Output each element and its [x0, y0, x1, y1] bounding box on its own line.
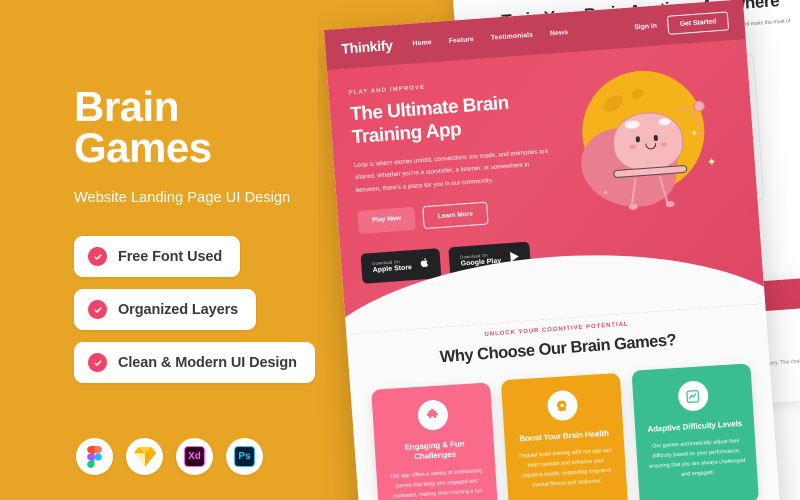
nav-link-home[interactable]: Home	[412, 39, 432, 47]
nav-link-testimonials[interactable]: Testimonials	[491, 31, 534, 41]
promo-title-line-2: Games	[74, 124, 212, 172]
sparkle-icon: ✦	[690, 127, 699, 139]
nav-link-news[interactable]: News	[550, 29, 569, 37]
feature-card-text: Regular brain training with our app can …	[519, 447, 612, 489]
feature-card-title: Boost Your Brain Health	[519, 428, 610, 444]
badge-clean-modern: Clean & Modern UI Design	[74, 342, 315, 383]
chart-line-icon	[676, 380, 709, 412]
navbar-actions: Sign in Get Started	[634, 10, 730, 37]
nav-links: Home Feature Testimonials News	[412, 29, 568, 47]
promo-badges: Free Font Used Organized Layers Clean & …	[74, 236, 315, 395]
adobe-xd-icon: Xd	[176, 438, 213, 475]
feature-card-brain-health[interactable]: Boost Your Brain Health Regular brain tr…	[501, 372, 629, 500]
play-now-button[interactable]: Play Now	[357, 206, 416, 234]
figma-icon	[76, 438, 113, 475]
hero-buttons: Play Now Learn More	[357, 195, 572, 234]
feature-card-title: Adaptive Difficulty Levels	[646, 418, 743, 434]
photoshop-label: Ps	[234, 446, 255, 467]
sign-in-link[interactable]: Sign in	[634, 22, 657, 31]
why-choose-section: UNLOCK YOUR COGNITIVE POTENTIAL Why Choo…	[346, 303, 781, 500]
learn-more-button[interactable]: Learn More	[422, 201, 489, 229]
puzzle-piece-icon	[416, 399, 449, 431]
brand-logo[interactable]: Thinkify	[341, 37, 393, 57]
why-title: Why Choose Our Brain Games?	[439, 331, 677, 367]
feature-card-text: Our games automatically adjust their dif…	[648, 438, 746, 479]
badge-label: Free Font Used	[118, 248, 223, 265]
hero-section: Thinkify Home Feature Testimonials News …	[324, 0, 766, 335]
main-landing-page-mockup: Thinkify Home Feature Testimonials News …	[324, 0, 781, 500]
sparkle-icon: ✦	[602, 189, 609, 198]
hero-copy: PLAY AND IMPROVE The Ultimate Brain Trai…	[348, 75, 576, 284]
apple-icon	[420, 255, 430, 274]
nav-link-feature[interactable]: Feature	[448, 36, 474, 45]
photoshop-icon: Ps	[226, 438, 263, 475]
check-circle-icon	[88, 353, 107, 372]
check-circle-icon	[88, 300, 107, 319]
check-circle-icon	[88, 247, 107, 266]
brain-foot-left	[628, 203, 638, 211]
feature-card-title: Engaging & Fun Challenges	[404, 439, 465, 462]
sketch-icon	[126, 438, 163, 475]
hero-body: PLAY AND IMPROVE The Ultimate Brain Trai…	[327, 39, 762, 285]
feature-card-difficulty[interactable]: Adaptive Difficulty Levels Our games aut…	[631, 363, 759, 500]
badge-organized-layers: Organized Layers	[74, 289, 257, 330]
badge-label: Clean & Modern UI Design	[118, 354, 297, 371]
feature-cards: Engaging & Fun Challenges Our app offers…	[371, 363, 760, 500]
apple-store-label: Apple Store	[372, 264, 413, 275]
promo-left-panel: Brain Games Website Landing Page UI Desi…	[0, 0, 318, 500]
promo-title-line-1: Brain	[74, 83, 179, 130]
badge-label: Organized Layers	[118, 301, 239, 318]
get-started-button[interactable]: Get Started	[667, 10, 730, 35]
feature-card-challenges[interactable]: Engaging & Fun Challenges Our app offers…	[371, 382, 500, 500]
promo-banner: CONVENIENT & ACCESSIBLE Train Your Brain…	[0, 0, 800, 500]
brain-foot-right	[665, 200, 675, 208]
brain-fist	[693, 100, 705, 113]
promo-subtitle: Website Landing Page UI Design	[74, 190, 291, 206]
hero-illustration: ✦ ✦ ✦	[562, 63, 742, 268]
sparkle-icon: ✦	[706, 154, 718, 170]
hero-paragraph: Loop is where stories unfold, connection…	[353, 148, 549, 194]
adobe-xd-label: Xd	[184, 446, 205, 467]
promo-title: Brain Games	[74, 83, 212, 172]
badge-free-font: Free Font Used	[74, 236, 241, 277]
feature-card-text: Our app offers a variety of entertaining…	[390, 467, 483, 500]
brain-icon	[546, 389, 579, 422]
hero-title: The Ultimate Brain Training App	[349, 88, 566, 150]
tool-icons: Xd Ps	[76, 438, 263, 475]
